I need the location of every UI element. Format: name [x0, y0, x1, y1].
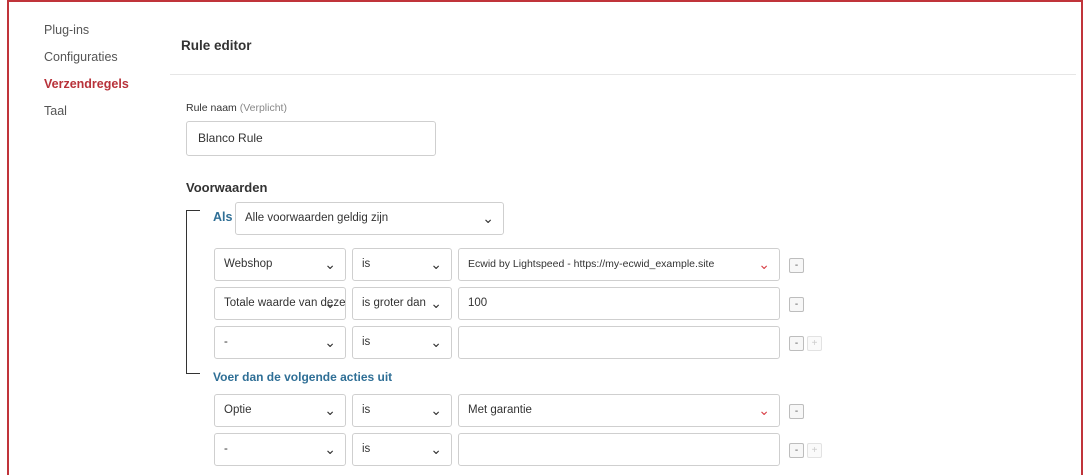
- action-1-value-select[interactable]: Met garantie ⌄: [458, 394, 780, 427]
- condition-1-field-select[interactable]: Webshop ⌄: [214, 248, 346, 281]
- action-2-remove-button[interactable]: -: [789, 443, 804, 458]
- rule-name-input[interactable]: Blanco Rule: [186, 121, 436, 156]
- chevron-down-icon: ⌄: [324, 402, 336, 418]
- chevron-down-icon: ⌄: [324, 441, 336, 457]
- if-label: Als: [213, 210, 233, 224]
- chevron-down-icon: ⌄: [324, 256, 336, 272]
- divider: [170, 74, 1076, 75]
- action-2-value-input[interactable]: [458, 433, 780, 466]
- condition-1-value: Ecwid by Lightspeed - https://my-ecwid_e…: [468, 258, 715, 270]
- chevron-down-icon: ⌄: [758, 256, 770, 272]
- action-2-operator-select[interactable]: is ⌄: [352, 433, 452, 466]
- action-1-remove-button[interactable]: -: [789, 404, 804, 419]
- action-1-field: Optie: [224, 404, 252, 416]
- if-mode-value: Alle voorwaarden geldig zijn: [245, 212, 389, 224]
- chevron-down-icon: ⌄: [430, 256, 442, 272]
- condition-add-button[interactable]: +: [807, 336, 822, 351]
- condition-3-operator: is: [362, 336, 371, 348]
- chevron-down-icon: ⌄: [758, 402, 770, 418]
- condition-2-operator-select[interactable]: is groter dan ⌄: [352, 287, 452, 320]
- sidebar-item-plug-ins[interactable]: Plug-ins: [44, 22, 154, 49]
- action-1-operator: is: [362, 404, 371, 416]
- chevron-down-icon: ⌄: [430, 441, 442, 457]
- action-1-field-select[interactable]: Optie ⌄: [214, 394, 346, 427]
- condition-3-remove-button[interactable]: -: [789, 336, 804, 351]
- condition-3-field: -: [224, 336, 228, 348]
- condition-1-operator-select[interactable]: is ⌄: [352, 248, 452, 281]
- condition-2-value-input[interactable]: 100: [458, 287, 780, 320]
- condition-1-remove-button[interactable]: -: [789, 258, 804, 273]
- sidebar-item-verzendregels[interactable]: Verzendregels: [44, 76, 154, 103]
- rule-name-label: Rule naam (Verplicht): [186, 102, 287, 114]
- chevron-down-icon: ⌄: [482, 210, 494, 226]
- condition-3-operator-select[interactable]: is ⌄: [352, 326, 452, 359]
- action-2-field-select[interactable]: - ⌄: [214, 433, 346, 466]
- page-title: Rule editor: [181, 38, 252, 53]
- conditions-bracket: [186, 210, 200, 374]
- if-mode-select[interactable]: Alle voorwaarden geldig zijn ⌄: [235, 202, 504, 235]
- action-2-operator: is: [362, 443, 371, 455]
- sidebar: Plug-ins Configuraties Verzendregels Taa…: [44, 22, 154, 130]
- rule-name-label-text: Rule naam: [186, 102, 237, 114]
- condition-1-field: Webshop: [224, 258, 273, 270]
- chevron-down-icon: ⌄: [430, 402, 442, 418]
- condition-3-field-select[interactable]: - ⌄: [214, 326, 346, 359]
- chevron-down-icon: ⌄: [324, 334, 336, 350]
- condition-2-field-select[interactable]: Totale waarde van deze ⌄: [214, 287, 346, 320]
- condition-1-value-select[interactable]: Ecwid by Lightspeed - https://my-ecwid_e…: [458, 248, 780, 281]
- sidebar-item-taal[interactable]: Taal: [44, 103, 154, 130]
- action-add-button[interactable]: +: [807, 443, 822, 458]
- conditions-heading: Voorwaarden: [186, 180, 268, 195]
- actions-heading: Voer dan de volgende acties uit: [213, 370, 393, 384]
- action-2-field: -: [224, 443, 228, 455]
- action-1-value: Met garantie: [468, 404, 532, 416]
- chevron-down-icon: ⌄: [430, 334, 442, 350]
- sidebar-item-configuraties[interactable]: Configuraties: [44, 49, 154, 76]
- chevron-down-icon: ⌄: [324, 295, 336, 311]
- condition-1-operator: is: [362, 258, 371, 270]
- condition-2-operator: is groter dan: [362, 297, 426, 309]
- condition-3-value-input[interactable]: [458, 326, 780, 359]
- action-1-operator-select[interactable]: is ⌄: [352, 394, 452, 427]
- condition-2-remove-button[interactable]: -: [789, 297, 804, 312]
- chevron-down-icon: ⌄: [430, 295, 442, 311]
- required-hint: (Verplicht): [239, 102, 287, 114]
